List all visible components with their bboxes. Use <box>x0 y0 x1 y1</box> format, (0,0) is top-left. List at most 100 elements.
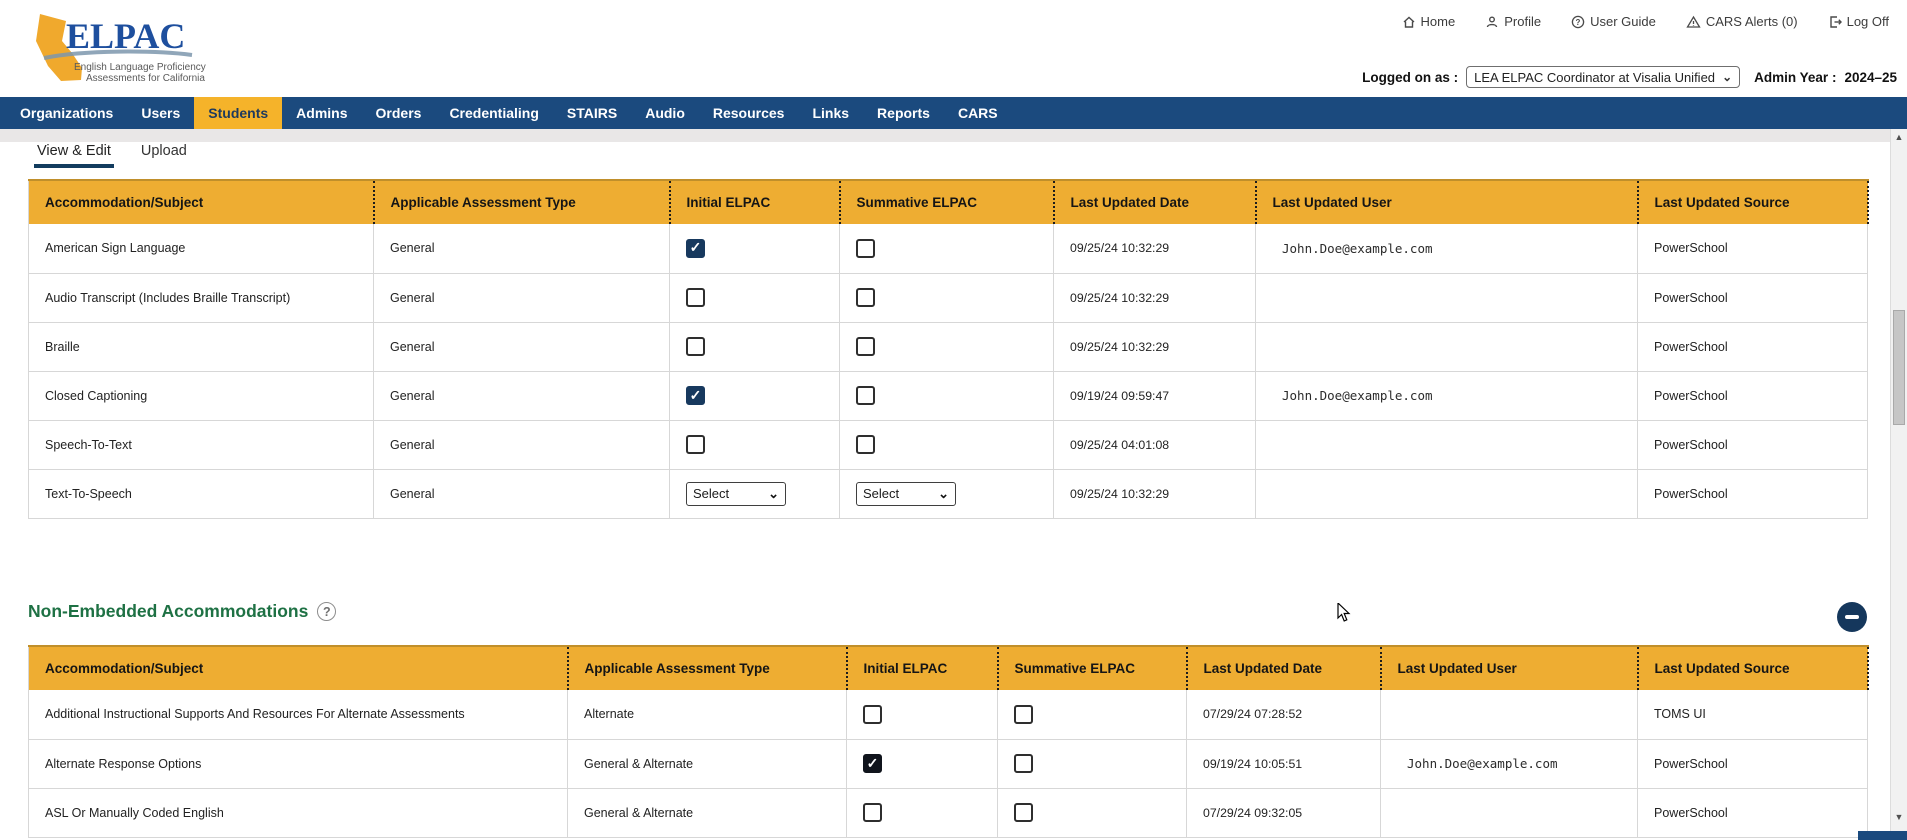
user-guide-link[interactable]: ? User Guide <box>1571 14 1656 29</box>
assessment-type-cell: General & Alternate <box>568 788 847 837</box>
chevron-down-icon: ⌄ <box>938 490 949 498</box>
cars-alerts-link[interactable]: CARS Alerts (0) <box>1686 14 1798 29</box>
updated-source-cell: PowerSchool <box>1638 788 1868 837</box>
nav-item-stairs[interactable]: STAIRS <box>553 97 631 129</box>
vertical-scrollbar[interactable]: ▲ ▼ <box>1890 129 1907 840</box>
table-header-row: Accommodation/Subject Applicable Assessm… <box>29 180 1868 224</box>
nav-item-audio[interactable]: Audio <box>631 97 699 129</box>
logged-on-label: Logged on as : <box>1362 70 1458 85</box>
accommodation-cell: Additional Instructional Supports And Re… <box>29 690 568 739</box>
embedded-accommodations-table: Accommodation/Subject Applicable Assessm… <box>28 179 1869 519</box>
table-row: Braille General 09/25/24 10:32:29 PowerS… <box>29 322 1868 371</box>
scroll-up-arrow-icon[interactable]: ▲ <box>1891 132 1907 142</box>
home-label: Home <box>1421 14 1456 29</box>
column-header-updated-source: Last Updated Source <box>1638 646 1868 690</box>
nav-item-credentialing[interactable]: Credentialing <box>435 97 552 129</box>
elpac-logo: ELPAC English Language Proficiency Asses… <box>24 8 210 88</box>
table-header-row: Accommodation/Subject Applicable Assessm… <box>29 646 1868 690</box>
column-header-initial-elpac: Initial ELPAC <box>847 646 998 690</box>
initial-elpac-checkbox[interactable] <box>863 754 882 773</box>
log-off-label: Log Off <box>1847 14 1889 29</box>
accommodation-cell: ASL Or Manually Coded English <box>29 788 568 837</box>
help-icon[interactable]: ? <box>317 602 336 621</box>
summative-elpac-select[interactable]: Select ⌄ <box>856 482 956 506</box>
summative-elpac-checkbox[interactable] <box>856 288 875 307</box>
scroll-down-arrow-icon[interactable]: ▼ <box>1891 812 1907 822</box>
nav-item-students[interactable]: Students <box>194 97 282 129</box>
table-row: Additional Instructional Supports And Re… <box>29 690 1868 739</box>
profile-icon <box>1485 15 1499 29</box>
accommodation-cell: Alternate Response Options <box>29 739 568 788</box>
chevron-down-icon: ⌄ <box>1722 71 1732 83</box>
assessment-type-cell: General <box>374 273 670 322</box>
table-row: Text-To-Speech General Select ⌄ Select ⌄… <box>29 469 1868 518</box>
updated-source-cell: PowerSchool <box>1638 224 1868 273</box>
initial-elpac-checkbox[interactable] <box>686 239 705 258</box>
initial-elpac-checkbox[interactable] <box>686 386 705 405</box>
updated-user-cell: John.Doe@example.com <box>1256 224 1638 273</box>
nav-item-links[interactable]: Links <box>798 97 863 129</box>
initial-elpac-select[interactable]: Select ⌄ <box>686 482 786 506</box>
user-guide-label: User Guide <box>1590 14 1656 29</box>
summative-elpac-checkbox[interactable] <box>856 239 875 258</box>
summative-elpac-checkbox[interactable] <box>856 435 875 454</box>
nav-item-orders[interactable]: Orders <box>362 97 436 129</box>
assessment-type-cell: Alternate <box>568 690 847 739</box>
summative-elpac-checkbox[interactable] <box>1014 754 1033 773</box>
summative-elpac-checkbox[interactable] <box>856 337 875 356</box>
table-row: Closed Captioning General 09/19/24 09:59… <box>29 371 1868 420</box>
home-icon <box>1402 15 1416 29</box>
updated-user-cell: John.Doe@example.com <box>1381 739 1638 788</box>
nav-item-admins[interactable]: Admins <box>282 97 361 129</box>
role-select[interactable]: LEA ELPAC Coordinator at Visalia Unified… <box>1466 66 1740 88</box>
tab-upload[interactable]: Upload <box>138 143 190 168</box>
column-header-initial-elpac: Initial ELPAC <box>670 180 840 224</box>
home-link[interactable]: Home <box>1402 14 1456 29</box>
user-guide-icon: ? <box>1571 15 1585 29</box>
admin-year-value: 2024–25 <box>1844 70 1897 85</box>
updated-date-cell: 09/19/24 09:59:47 <box>1054 371 1256 420</box>
updated-user-cell <box>1256 469 1638 518</box>
accommodation-cell: Closed Captioning <box>29 371 374 420</box>
nav-item-users[interactable]: Users <box>127 97 194 129</box>
sub-tabs: View & Edit Upload <box>34 143 190 168</box>
initial-elpac-checkbox[interactable] <box>686 337 705 356</box>
summative-elpac-checkbox[interactable] <box>1014 803 1033 822</box>
column-header-updated-date: Last Updated Date <box>1054 180 1256 224</box>
collapse-section-button[interactable] <box>1837 602 1867 632</box>
initial-elpac-checkbox[interactable] <box>686 435 705 454</box>
nav-item-resources[interactable]: Resources <box>699 97 799 129</box>
scrollbar-thumb[interactable] <box>1893 310 1905 425</box>
column-header-summative-elpac: Summative ELPAC <box>998 646 1187 690</box>
role-select-value: LEA ELPAC Coordinator at Visalia Unified <box>1474 70 1715 85</box>
updated-user-cell <box>1381 788 1638 837</box>
profile-label: Profile <box>1504 14 1541 29</box>
updated-user-cell <box>1256 322 1638 371</box>
assessment-type-cell: General <box>374 371 670 420</box>
section-title: Non-Embedded Accommodations <box>28 601 308 622</box>
assessment-type-cell: General <box>374 322 670 371</box>
admin-year-label: Admin Year : <box>1754 70 1836 85</box>
nav-item-reports[interactable]: Reports <box>863 97 944 129</box>
updated-date-cell: 09/25/24 10:32:29 <box>1054 273 1256 322</box>
nav-item-organizations[interactable]: Organizations <box>6 97 127 129</box>
tab-view-edit[interactable]: View & Edit <box>34 143 114 168</box>
summative-elpac-checkbox[interactable] <box>1014 705 1033 724</box>
nav-item-cars[interactable]: CARS <box>944 97 1012 129</box>
updated-source-cell: PowerSchool <box>1638 273 1868 322</box>
initial-elpac-checkbox[interactable] <box>863 803 882 822</box>
log-off-link[interactable]: Log Off <box>1828 14 1889 29</box>
updated-date-cell: 09/25/24 10:32:29 <box>1054 322 1256 371</box>
updated-date-cell: 09/25/24 04:01:08 <box>1054 420 1256 469</box>
updated-source-cell: PowerSchool <box>1638 739 1868 788</box>
initial-elpac-checkbox[interactable] <box>863 705 882 724</box>
updated-source-cell: PowerSchool <box>1638 371 1868 420</box>
select-value: Select <box>863 486 899 501</box>
logo-tagline-1: English Language Proficiency <box>74 62 206 73</box>
column-header-assessment-type: Applicable Assessment Type <box>374 180 670 224</box>
initial-elpac-checkbox[interactable] <box>686 288 705 307</box>
column-header-updated-user: Last Updated User <box>1381 646 1638 690</box>
profile-link[interactable]: Profile <box>1485 14 1541 29</box>
table-row: American Sign Language General 09/25/24 … <box>29 224 1868 273</box>
summative-elpac-checkbox[interactable] <box>856 386 875 405</box>
